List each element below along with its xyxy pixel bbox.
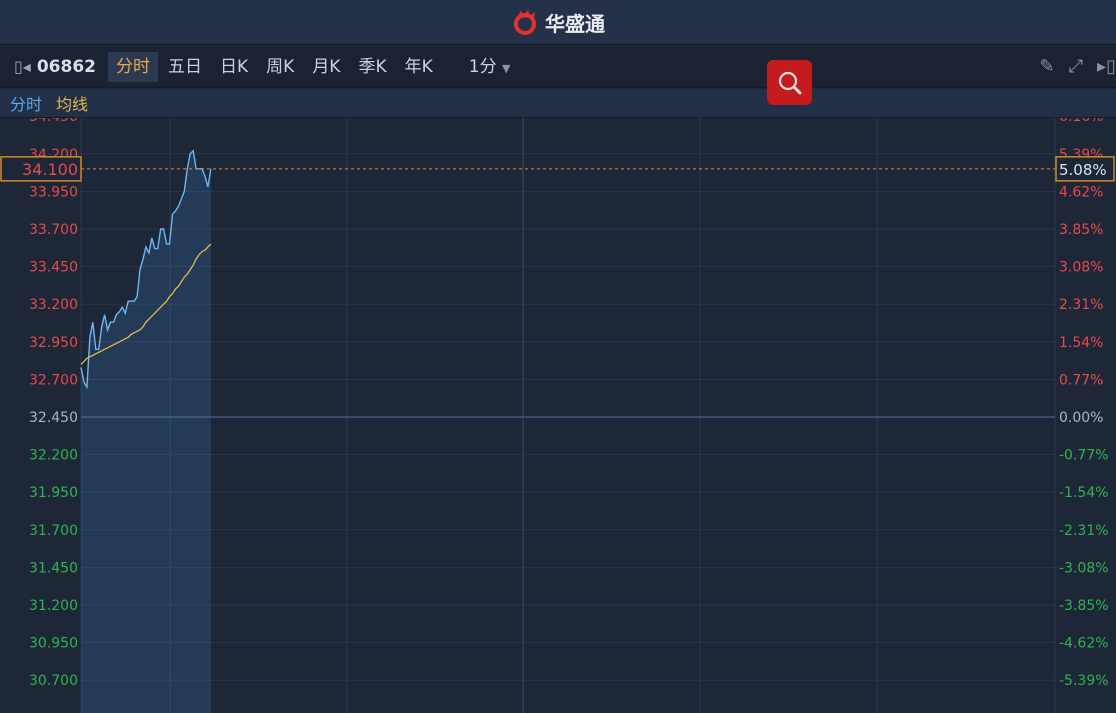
title-bar: 华盛通 (0, 0, 1116, 45)
right-tick-label: -3.85% (1059, 598, 1109, 614)
left-tick-label: 33.450 (29, 260, 78, 276)
interval-select[interactable]: 1分 ▼ (461, 52, 519, 82)
left-tick-label: 31.450 (29, 560, 78, 576)
right-tick-label: -4.62% (1059, 636, 1109, 652)
right-tick-label: 0.77% (1059, 372, 1103, 388)
left-tick-label: 32.450 (29, 410, 78, 426)
current-price-label: 34.100 (22, 160, 78, 179)
left-tick-label: 32.200 (29, 448, 78, 464)
left-tick-label: 33.200 (29, 297, 78, 313)
right-tick-label: 0.00% (1059, 410, 1103, 426)
right-tick-label: -0.77% (1059, 448, 1109, 464)
left-tick-label: 32.700 (29, 372, 78, 388)
search-button[interactable] (767, 60, 812, 105)
left-tick-label: 33.950 (29, 184, 78, 200)
left-tick-label: 33.700 (29, 222, 78, 238)
collapse-panel-icon[interactable]: ▯◂ (14, 57, 31, 76)
right-tick-label: 2.31% (1059, 297, 1103, 313)
right-tick-label: -1.54% (1059, 485, 1109, 501)
tab-daily-k[interactable]: 日K (212, 52, 256, 82)
interval-value: 1分 (468, 56, 497, 77)
left-tick-label: 31.200 (29, 598, 78, 614)
app-title: 华盛通 (545, 11, 605, 36)
right-tick-label: 3.85% (1059, 222, 1103, 238)
fullscreen-icon[interactable]: ⤢ (1069, 56, 1083, 77)
tab-weekly-k[interactable]: 周K (258, 52, 302, 82)
current-pct-label: 5.08% (1059, 161, 1107, 179)
toolbar: ▯◂ 06862 分时 五日 日K 周K 月K 季K 年K 1分 ▼ (0, 46, 1116, 88)
search-icon (778, 71, 801, 94)
price-area (81, 150, 211, 713)
tab-quarterly-k[interactable]: 季K (350, 52, 394, 82)
right-tick-label: 3.08% (1059, 260, 1103, 276)
right-tick-label: 6.16% (1059, 118, 1103, 125)
chart-tools: ✎ ⤢ ▸▯ (1040, 56, 1116, 77)
right-tick-label: -3.08% (1059, 560, 1109, 576)
right-tick-label: -5.39% (1059, 673, 1109, 689)
logo-icon (514, 10, 536, 35)
tab-yearly-k[interactable]: 年K (397, 52, 441, 82)
stock-code: 06862 (36, 56, 96, 77)
tab-five-day[interactable]: 五日 (160, 52, 210, 82)
legend-price-line: 分时 (10, 95, 43, 114)
legend-avg-line: 均线 (56, 95, 89, 114)
right-tick-label: -2.31% (1059, 523, 1109, 539)
left-tick-label: 30.700 (29, 673, 78, 689)
left-tick-label: 31.700 (29, 523, 78, 539)
left-tick-label: 34.450 (29, 118, 78, 125)
left-tick-label: 30.950 (29, 636, 78, 652)
tab-monthly-k[interactable]: 月K (304, 52, 348, 82)
chart-legend: 分时 均线 (0, 89, 1116, 118)
right-tick-label: 1.54% (1059, 335, 1103, 351)
app-logo: 华盛通 (511, 8, 605, 37)
intraday-chart[interactable]: 34.4506.16%34.2005.39%33.9504.62%33.7003… (0, 118, 1116, 713)
expand-panel-icon[interactable]: ▸▯ (1097, 56, 1116, 77)
right-tick-label: 4.62% (1059, 184, 1103, 200)
left-tick-label: 32.950 (29, 335, 78, 351)
tab-intraday[interactable]: 分时 (108, 51, 158, 82)
pencil-icon[interactable]: ✎ (1040, 56, 1055, 77)
chevron-down-icon: ▼ (502, 61, 511, 75)
left-tick-label: 31.950 (29, 485, 78, 501)
